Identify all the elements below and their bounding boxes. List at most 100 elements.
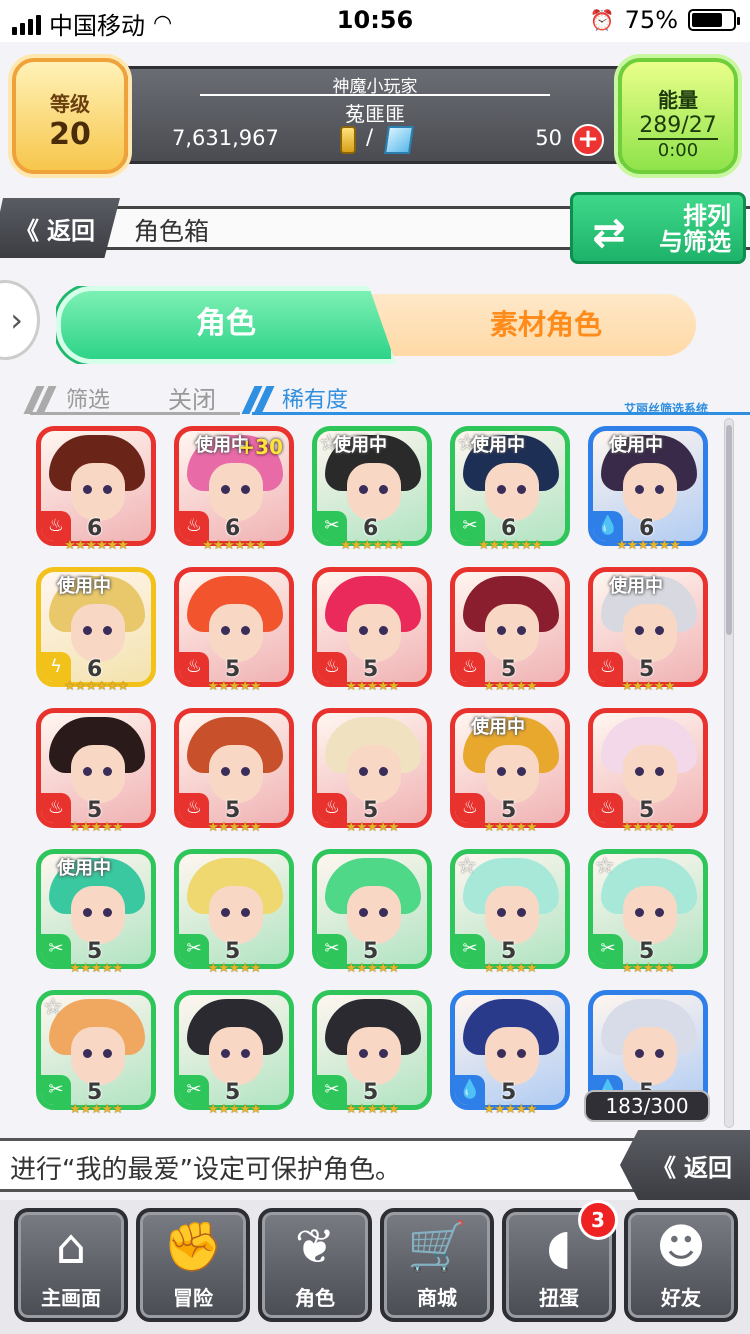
character-face [623,1027,677,1085]
character-card[interactable]: ✂ 5 [174,849,294,969]
character-card[interactable]: 💧5 [450,990,570,1110]
plus-value: +30 [238,435,283,459]
cart-icon: 🛒 [407,1219,467,1275]
character-eye [635,485,644,494]
rarity-stars: ★★★★★★ [340,538,405,553]
character-card[interactable]: ✂ 5 ☆ [588,849,708,969]
in-use-label: 使用中 [57,576,111,597]
character-card[interactable]: ♨ 5 [450,567,570,687]
scrollbar-thumb[interactable] [726,425,732,635]
character-card[interactable]: ♨ 5 [312,567,432,687]
nav-bar: 《 返回 角色箱 ⇄ 排列 与筛选 [0,190,750,268]
rarity-stars: ★★★★★ [345,679,399,694]
in-use-label: 使用中 [333,435,387,456]
character-eye [221,626,230,635]
element-fire-icon: ♨ [317,793,347,823]
nav-button-3[interactable]: 🛒 商城 [380,1208,494,1322]
element-light-icon: ϟ [41,652,71,682]
character-eye [635,767,644,776]
character-eye [379,626,388,635]
character-eye [221,908,230,917]
character-face [623,745,677,803]
level-box: 等级 20 [12,58,128,174]
character-card[interactable]: ϟ 6 使用中 [36,567,156,687]
character-eye [221,1049,230,1058]
player-name: 菟匪匪 [345,102,405,126]
character-eye [103,767,112,776]
character-eye [655,626,664,635]
character-eye [241,1049,250,1058]
element-wood-icon: ✂ [41,934,71,964]
side-panel-toggle[interactable]: › [0,280,40,360]
character-card[interactable]: ✂ 5 [174,990,294,1110]
character-eye [655,767,664,776]
rarity-stars: ★★★★★ [207,820,261,835]
rarity-stars: ★★★★★★ [64,538,129,553]
nav-button-0[interactable]: ⌂ 主画面 [14,1208,128,1322]
scrollbar[interactable] [724,418,734,1128]
character-face [485,463,539,521]
back-button[interactable]: 《 返回 [0,198,120,258]
currency-separator: / [366,125,374,149]
back-label: 返回 [684,1153,732,1182]
character-card[interactable]: ✂ 5 使用中 [36,849,156,969]
character-card[interactable]: ✂ 6 ☆ 使用中 [450,426,570,546]
rarity-stars: ★★★★★ [69,1102,123,1117]
nav-button-5[interactable]: ☻ 好友 [624,1208,738,1322]
character-card[interactable]: ✂ 5 [312,990,432,1110]
tab-material-characters[interactable]: 素材角色 [336,294,696,356]
character-eye [517,908,526,917]
tab-characters[interactable]: 角色 [56,286,396,364]
favorite-star-icon: ☆ [595,854,615,879]
character-card[interactable]: ✂ 5 ☆ [450,849,570,969]
energy-label: 能量 [658,88,698,112]
page-title: 角色箱 [134,217,210,246]
add-gems-button[interactable]: + [572,124,604,156]
sort-by-rarity[interactable]: 稀有度 [282,382,348,414]
character-card[interactable]: ♨ 5 [174,708,294,828]
rarity-stars: ★★★★★ [621,961,675,976]
in-use-label: 使用中 [609,435,663,456]
favorite-star-icon: ☆ [43,995,63,1020]
character-card[interactable]: ✂ 6 ☆ 使用中 [312,426,432,546]
character-card[interactable]: 💧 6 使用中 [588,426,708,546]
player-header: 等级 20 神魔小玩家 菟匪匪 7,631,967 / 50 + 能量 289/… [0,52,750,182]
filter-toggle[interactable]: 关闭 [168,380,216,415]
character-card[interactable]: ♨ 6 [36,426,156,546]
nav-label: 角色 [295,1286,335,1310]
element-fire-icon: ♨ [455,793,485,823]
character-eye [655,485,664,494]
character-card[interactable]: ✂ 5 ☆ [36,990,156,1110]
character-card[interactable]: ♨ 5 [312,708,432,828]
element-fire-icon: ♨ [41,511,71,541]
character-card[interactable]: ♨ 5 [174,567,294,687]
nav-button-1[interactable]: ✊ 冒险 [136,1208,250,1322]
rarity-stars: ★★★★★ [483,1102,537,1117]
battery-icon [688,9,740,31]
character-card[interactable]: ♨ 5 [588,708,708,828]
character-eye [635,1049,644,1058]
nav-label: 冒险 [173,1286,213,1310]
element-water-icon: 💧 [593,511,623,541]
bottom-nav: ⌂ 主画面 ✊ 冒险 ❦ 角色 🛒 商城 ◖ 扭蛋 3 ☻ 好友 [0,1200,750,1334]
character-card[interactable]: ♨ 5 使用中 [450,708,570,828]
nav-button-4[interactable]: ◖ 扭蛋 3 [502,1200,618,1322]
filter-underline [30,412,240,415]
nav-button-2[interactable]: ❦ 角色 [258,1208,372,1322]
character-card[interactable]: ♨ 6 使用中 +30 [174,426,294,546]
character-eye [221,485,230,494]
character-card[interactable]: ✂ 5 [312,849,432,969]
sort-filter-button[interactable]: ⇄ 排列 与筛选 [570,192,746,264]
tip-text: 进行“我的最爱”设定可保护角色。 [10,1155,401,1185]
character-eye [103,485,112,494]
nav-label: 商城 [417,1286,457,1310]
energy-value: 289/27 [639,113,717,138]
character-eye [241,626,250,635]
bottom-back-button[interactable]: 《 返回 [620,1130,750,1200]
character-face [485,1027,539,1085]
level-label: 等级 [50,92,90,116]
character-face [71,1027,125,1085]
character-card[interactable]: ♨ 5 [36,708,156,828]
character-eye [83,485,92,494]
character-card[interactable]: ♨ 5 使用中 [588,567,708,687]
